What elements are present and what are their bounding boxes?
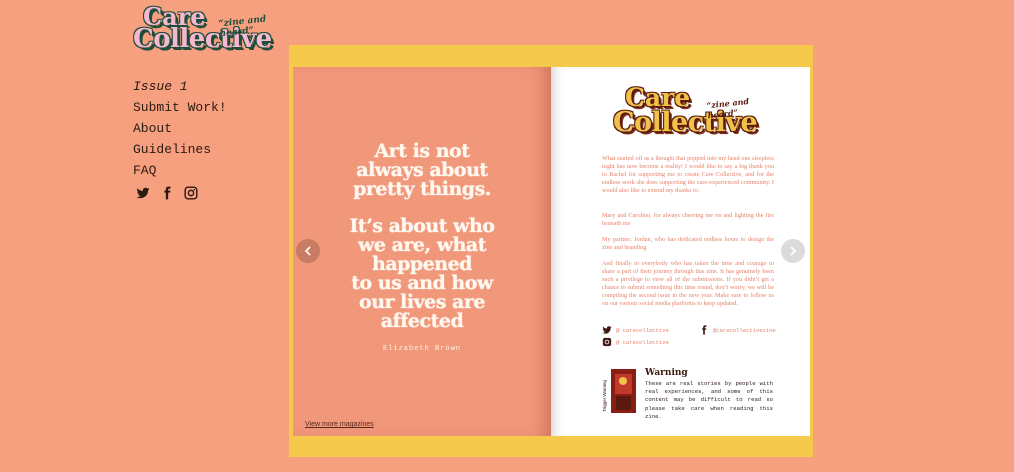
nav-item-about[interactable]: About	[133, 118, 227, 139]
zine-facebook-handle[interactable]: @carecollectivezine	[699, 325, 776, 335]
magazine-right-page: Care Collective “zine and heard” What st…	[551, 67, 810, 436]
previous-page-button[interactable]	[296, 239, 320, 263]
instagram-icon	[602, 337, 612, 347]
nav-item-submit-work[interactable]: Submit Work!	[133, 97, 227, 118]
facebook-icon[interactable]	[160, 186, 174, 200]
chevron-right-icon	[790, 246, 797, 256]
warning-text: These are real stories by people with re…	[645, 380, 773, 420]
trigger-warning-image: Trigger Warning	[601, 368, 637, 414]
nav-item-guidelines[interactable]: Guidelines	[133, 139, 227, 160]
quote-part-2: It’s about who we are, what happened to …	[293, 217, 551, 331]
site-logo[interactable]: Care Collective “zine and heard”	[133, 2, 283, 60]
warning-side-label: Trigger Warning	[602, 380, 607, 412]
instagram-handle: @ carecollective	[616, 338, 669, 346]
zine-twitter-handle[interactable]: @ carecollective	[602, 325, 669, 335]
quote-line: affected	[380, 310, 464, 332]
logo-tagline: “zine and heard”	[218, 14, 267, 40]
sidebar-nav: Issue 1 Submit Work! About Guidelines FA…	[133, 76, 227, 181]
nav-item-faq[interactable]: FAQ	[133, 160, 227, 181]
zine-logo-tagline: “zine and heard”	[706, 95, 750, 121]
warning-title: Warning	[645, 368, 688, 378]
facebook-icon	[702, 325, 707, 335]
twitter-handle: @ carecollective	[616, 326, 669, 334]
social-links	[136, 186, 198, 200]
twitter-icon	[602, 326, 612, 334]
twitter-icon[interactable]	[136, 186, 150, 200]
magazine-left-page: Art is not always about pretty things. I…	[293, 67, 551, 436]
zine-instagram-handle[interactable]: @ carecollective	[602, 337, 669, 347]
instagram-icon[interactable]	[184, 186, 198, 200]
next-page-button[interactable]	[781, 239, 805, 263]
zine-logo: Care Collective “zine and heard”	[611, 83, 771, 145]
quote-author: Elizabeth Brown	[382, 345, 461, 353]
closing-paragraph: And finally to everybody who has taken t…	[602, 260, 774, 308]
view-more-magazines-link[interactable]: View more magazines	[305, 421, 374, 428]
thanks-paragraph: My partner, Jordan, who has dedicated en…	[602, 236, 774, 252]
thanks-paragraph: Mary and Caroline, for always cheering m…	[602, 212, 774, 228]
facebook-handle: @carecollectivezine	[713, 326, 776, 334]
chevron-left-icon	[304, 246, 311, 256]
quote-line: pretty things.	[353, 178, 491, 200]
intro-paragraph: What started off as a thought that poppe…	[602, 155, 774, 195]
nav-item-issue-1[interactable]: Issue 1	[133, 76, 227, 97]
quote-part-1: Art is not always about pretty things.	[293, 142, 551, 199]
